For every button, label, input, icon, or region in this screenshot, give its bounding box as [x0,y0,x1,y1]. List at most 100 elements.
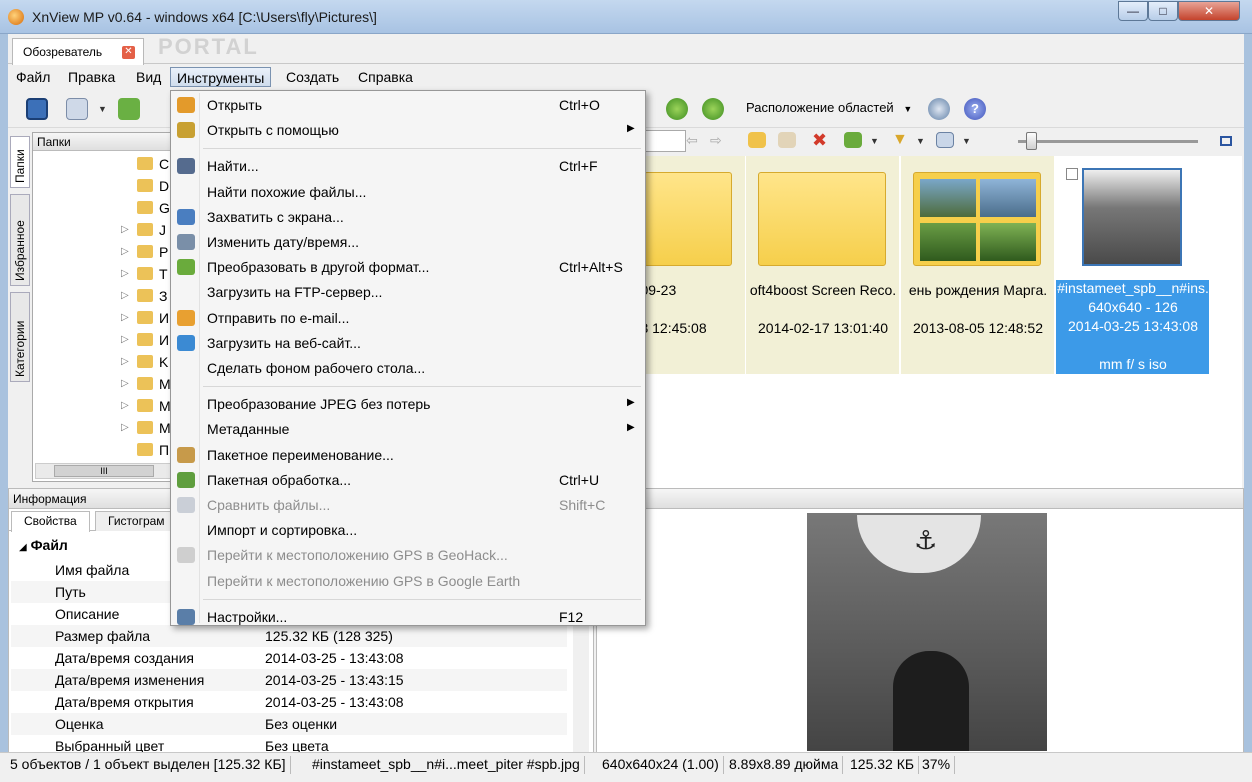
filter-dropdown-icon[interactable]: ▼ [916,136,925,146]
expand-icon[interactable]: ▷ [121,246,129,257]
tree-item[interactable]: ▷ З [33,285,179,307]
tools-menu-item[interactable]: Сделать фоном рабочего стола... [173,356,643,380]
dropdown-arrow-icon[interactable]: ▼ [98,104,107,114]
tab-histogram[interactable]: Гистограм [95,511,178,531]
expand-icon[interactable]: ▷ [121,312,129,323]
expand-icon[interactable]: ▷ [121,224,129,235]
expand-icon[interactable]: ▷ [121,400,129,411]
sort-icon[interactable] [844,132,862,148]
maximize-button[interactable]: □ [1148,1,1178,21]
layout-dropdown[interactable]: Расположение областей ▼ [746,100,912,115]
filter-icon[interactable]: ▼ [892,132,908,148]
tree-item[interactable]: ▷ И [33,329,179,351]
grid-view-icon[interactable] [936,132,954,148]
tools-menu-item[interactable]: Пакетная обработка... Ctrl+U [173,468,643,492]
property-row[interactable]: Дата/время открытия 2014-03-25 - 13:43:08 [11,691,567,713]
tree-item[interactable]: ▷ P [33,241,179,263]
tree-item[interactable]: ▷ M [33,395,179,417]
panel-toggle-icon[interactable] [1220,136,1232,146]
minimize-button[interactable]: — [1118,1,1148,21]
help-icon[interactable]: ? [964,98,986,120]
tools-menu-item[interactable]: Найти... Ctrl+F [173,154,643,178]
rotate-left-icon[interactable] [666,98,688,120]
tools-menu-item[interactable]: Метаданные ▶ [173,417,643,441]
tab-properties[interactable]: Свойства [11,511,90,532]
side-tab-folders[interactable]: Папки [10,136,30,188]
path-input[interactable] [642,130,686,152]
menu-help[interactable]: Справка [352,67,419,87]
menu-view[interactable]: Вид [130,67,167,87]
expand-icon[interactable]: ▷ [121,268,129,279]
grid-dropdown-icon[interactable]: ▼ [962,136,971,146]
side-tab-favorites[interactable]: Избранное [10,194,30,286]
refresh-icon[interactable] [118,98,140,120]
title-bar: XnView MP v0.64 - windows x64 [C:\Users\… [0,0,1252,34]
submenu-arrow-icon: ▶ [627,422,635,434]
menu-tools[interactable]: Инструменты [170,67,272,87]
tree-item-label: M [159,420,171,436]
side-tab-categories[interactable]: Категории [10,292,30,382]
tree-item[interactable]: ▷ M [33,417,179,439]
tree-item-label: G [159,200,170,216]
tools-menu-item[interactable]: Открыть с помощью ▶ [173,118,643,142]
tools-menu-item[interactable]: Открыть Ctrl+O [173,93,643,117]
property-row[interactable]: Дата/время изменения 2014-03-25 - 13:43:1… [11,669,567,691]
tools-menu-item[interactable]: Пакетное переименование... [173,443,643,467]
forward-icon[interactable]: ⇨ [710,132,726,148]
thumbnail-folder[interactable]: oft4boost Screen Reco. 2014-02-17 13:01:… [746,156,900,374]
delete-icon[interactable]: ✖ [812,131,830,149]
sort-dropdown-icon[interactable]: ▼ [870,136,879,146]
tree-item[interactable]: D [33,175,179,197]
tree-item[interactable]: C [33,153,179,175]
tree-item[interactable]: ▷ M [33,373,179,395]
tools-menu-item[interactable]: Загрузить на FTP-сервер... [173,280,643,304]
thumbnail-folder[interactable]: ень рождения Марга. 2013-08-05 12:48:52 [901,156,1055,374]
expand-icon[interactable]: ▷ [121,334,129,345]
thumbnail-size-slider[interactable] [1026,132,1037,150]
rename-icon[interactable] [778,132,796,148]
thumbnail-photo-selected[interactable]: #instameet_spb__n#ins. 640x640 - 126 201… [1056,156,1210,374]
tree-scroll-thumb[interactable]: III [54,465,154,477]
collapse-icon[interactable]: ◢ [19,542,27,553]
tools-menu-item[interactable]: Загрузить на веб-сайт... [173,331,643,355]
menu-create[interactable]: Создать [280,67,345,87]
menu-item-icon [177,471,195,488]
expand-icon[interactable]: ▷ [121,378,129,389]
tools-menu-item[interactable]: Найти похожие файлы... [173,180,643,204]
expand-icon[interactable]: ▷ [121,290,129,301]
back-icon[interactable]: ⇦ [686,132,702,148]
menu-item-label: Захватить с экрана... [207,208,344,225]
expand-icon[interactable]: ▷ [121,422,129,433]
tree-item[interactable]: ▷ И [33,307,179,329]
tree-item[interactable]: ▷ J [33,219,179,241]
tree-horizontal-scrollbar[interactable]: III [35,463,177,479]
tools-menu-item[interactable]: Преобразовать в другой формат... Ctrl+Alt… [173,255,643,279]
view-mode-icon[interactable] [26,98,48,120]
tree-item[interactable]: ▷ K [33,351,179,373]
status-selection: 5 объектов / 1 объект выделен [125.32 КБ… [10,756,291,774]
thumbnail-view-icon[interactable] [66,98,88,120]
tools-menu-item[interactable]: Импорт и сортировка... [173,518,643,542]
properties-group-file[interactable]: ◢ Файл [19,537,68,553]
tab-browser[interactable]: Обозреватель ✕ [12,38,144,65]
tools-menu-item[interactable]: Изменить дату/время... [173,230,643,254]
close-window-button[interactable]: ✕ [1178,1,1240,21]
tools-menu-item[interactable]: Захватить с экрана... [173,205,643,229]
tree-item[interactable]: П [33,439,179,461]
folder-icon [137,355,153,368]
tree-item[interactable]: G [33,197,179,219]
tools-menu-item[interactable]: Отправить по e-mail... [173,306,643,330]
new-folder-icon[interactable] [748,132,766,148]
menu-file[interactable]: Файл [10,67,56,87]
tools-menu-item[interactable]: Преобразование JPEG без потерь ▶ [173,392,643,416]
thumbnail-checkbox[interactable] [1066,168,1078,180]
property-row[interactable]: Оценка Без оценки [11,713,567,735]
rotate-right-icon[interactable] [702,98,724,120]
property-row[interactable]: Дата/время создания 2014-03-25 - 13:43:08 [11,647,567,669]
tools-menu-item[interactable]: Настройки... F12 [173,605,643,629]
tree-item[interactable]: ▷ T [33,263,179,285]
tab-close-icon[interactable]: ✕ [122,46,135,59]
gear-icon[interactable] [928,98,950,120]
expand-icon[interactable]: ▷ [121,356,129,367]
menu-edit[interactable]: Правка [62,67,121,87]
